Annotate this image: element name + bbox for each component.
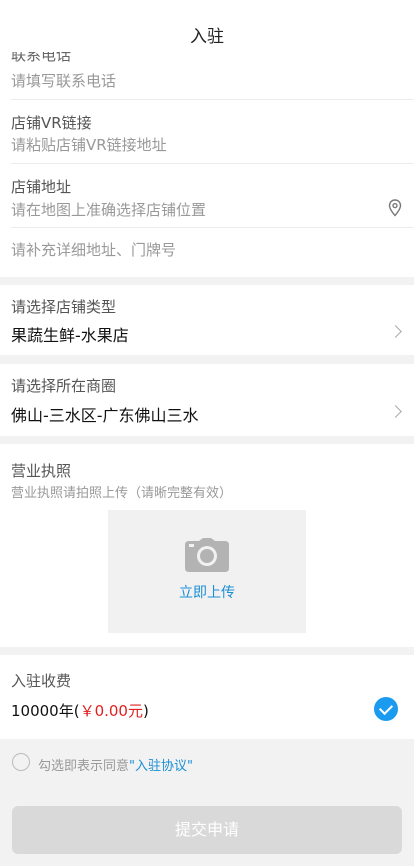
license-hint: 营业执照请拍照上传（请晰完整有效）	[11, 486, 233, 501]
district-label: 请选择所在商圈	[11, 377, 117, 395]
district-value: 佛山-三水区-广东佛山三水	[11, 406, 199, 425]
phone-label-clipped: 联系电话	[0, 52, 414, 68]
camera-icon	[185, 538, 229, 572]
upload-box[interactable]: 立即上传	[108, 510, 306, 633]
check-circle-icon[interactable]	[374, 697, 398, 721]
business-district-row[interactable]: 请选择所在商圈 佛山-三水区-广东佛山三水	[0, 364, 414, 436]
divider	[11, 163, 414, 164]
submit-button[interactable]: 提交申请	[12, 806, 402, 854]
page-title: 入驻	[190, 27, 224, 47]
address-input[interactable]: 请在地图上准确选择店铺位置	[11, 199, 206, 220]
phone-input[interactable]: 请填写联系电话	[11, 70, 116, 91]
vr-link-label: 店铺VR链接	[11, 114, 92, 132]
phone-label: 联系电话	[11, 52, 72, 64]
address-detail-input[interactable]: 请补充详细地址、门牌号	[11, 239, 176, 260]
store-type-value: 果蔬生鲜-水果店	[11, 326, 129, 345]
agreement-text: 勾选即表示同意"入驻协议"	[38, 755, 193, 774]
divider	[11, 99, 414, 100]
store-type-label: 请选择店铺类型	[11, 298, 117, 316]
fee-value: 10000年(￥0.00元)	[11, 700, 149, 721]
divider	[11, 227, 414, 228]
chevron-right-icon	[389, 325, 402, 338]
location-pin-icon[interactable]	[388, 199, 402, 217]
fee-label: 入驻收费	[11, 672, 72, 690]
upload-button-label: 立即上传	[179, 585, 235, 601]
vr-link-input[interactable]: 请粘贴店铺VR链接地址	[11, 134, 167, 155]
chevron-right-icon	[389, 405, 402, 418]
fee-suffix: )	[142, 702, 149, 720]
license-label: 营业执照	[11, 462, 72, 480]
fee-amount: ￥0.00元	[79, 702, 143, 720]
fee-panel: 入驻收费 10000年(￥0.00元)	[0, 655, 414, 739]
address-label: 店铺地址	[11, 178, 72, 196]
agree-text: 勾选即表示同意	[38, 759, 130, 774]
basic-info-panel: 请填写联系电话 店铺VR链接 请粘贴店铺VR链接地址 店铺地址 请在地图上准确选…	[0, 68, 414, 277]
fee-prefix: 10000年(	[11, 702, 80, 720]
agreement-link[interactable]: "入驻协议"	[129, 759, 193, 774]
agree-radio[interactable]	[12, 753, 30, 771]
store-type-row[interactable]: 请选择店铺类型 果蔬生鲜-水果店	[0, 285, 414, 355]
